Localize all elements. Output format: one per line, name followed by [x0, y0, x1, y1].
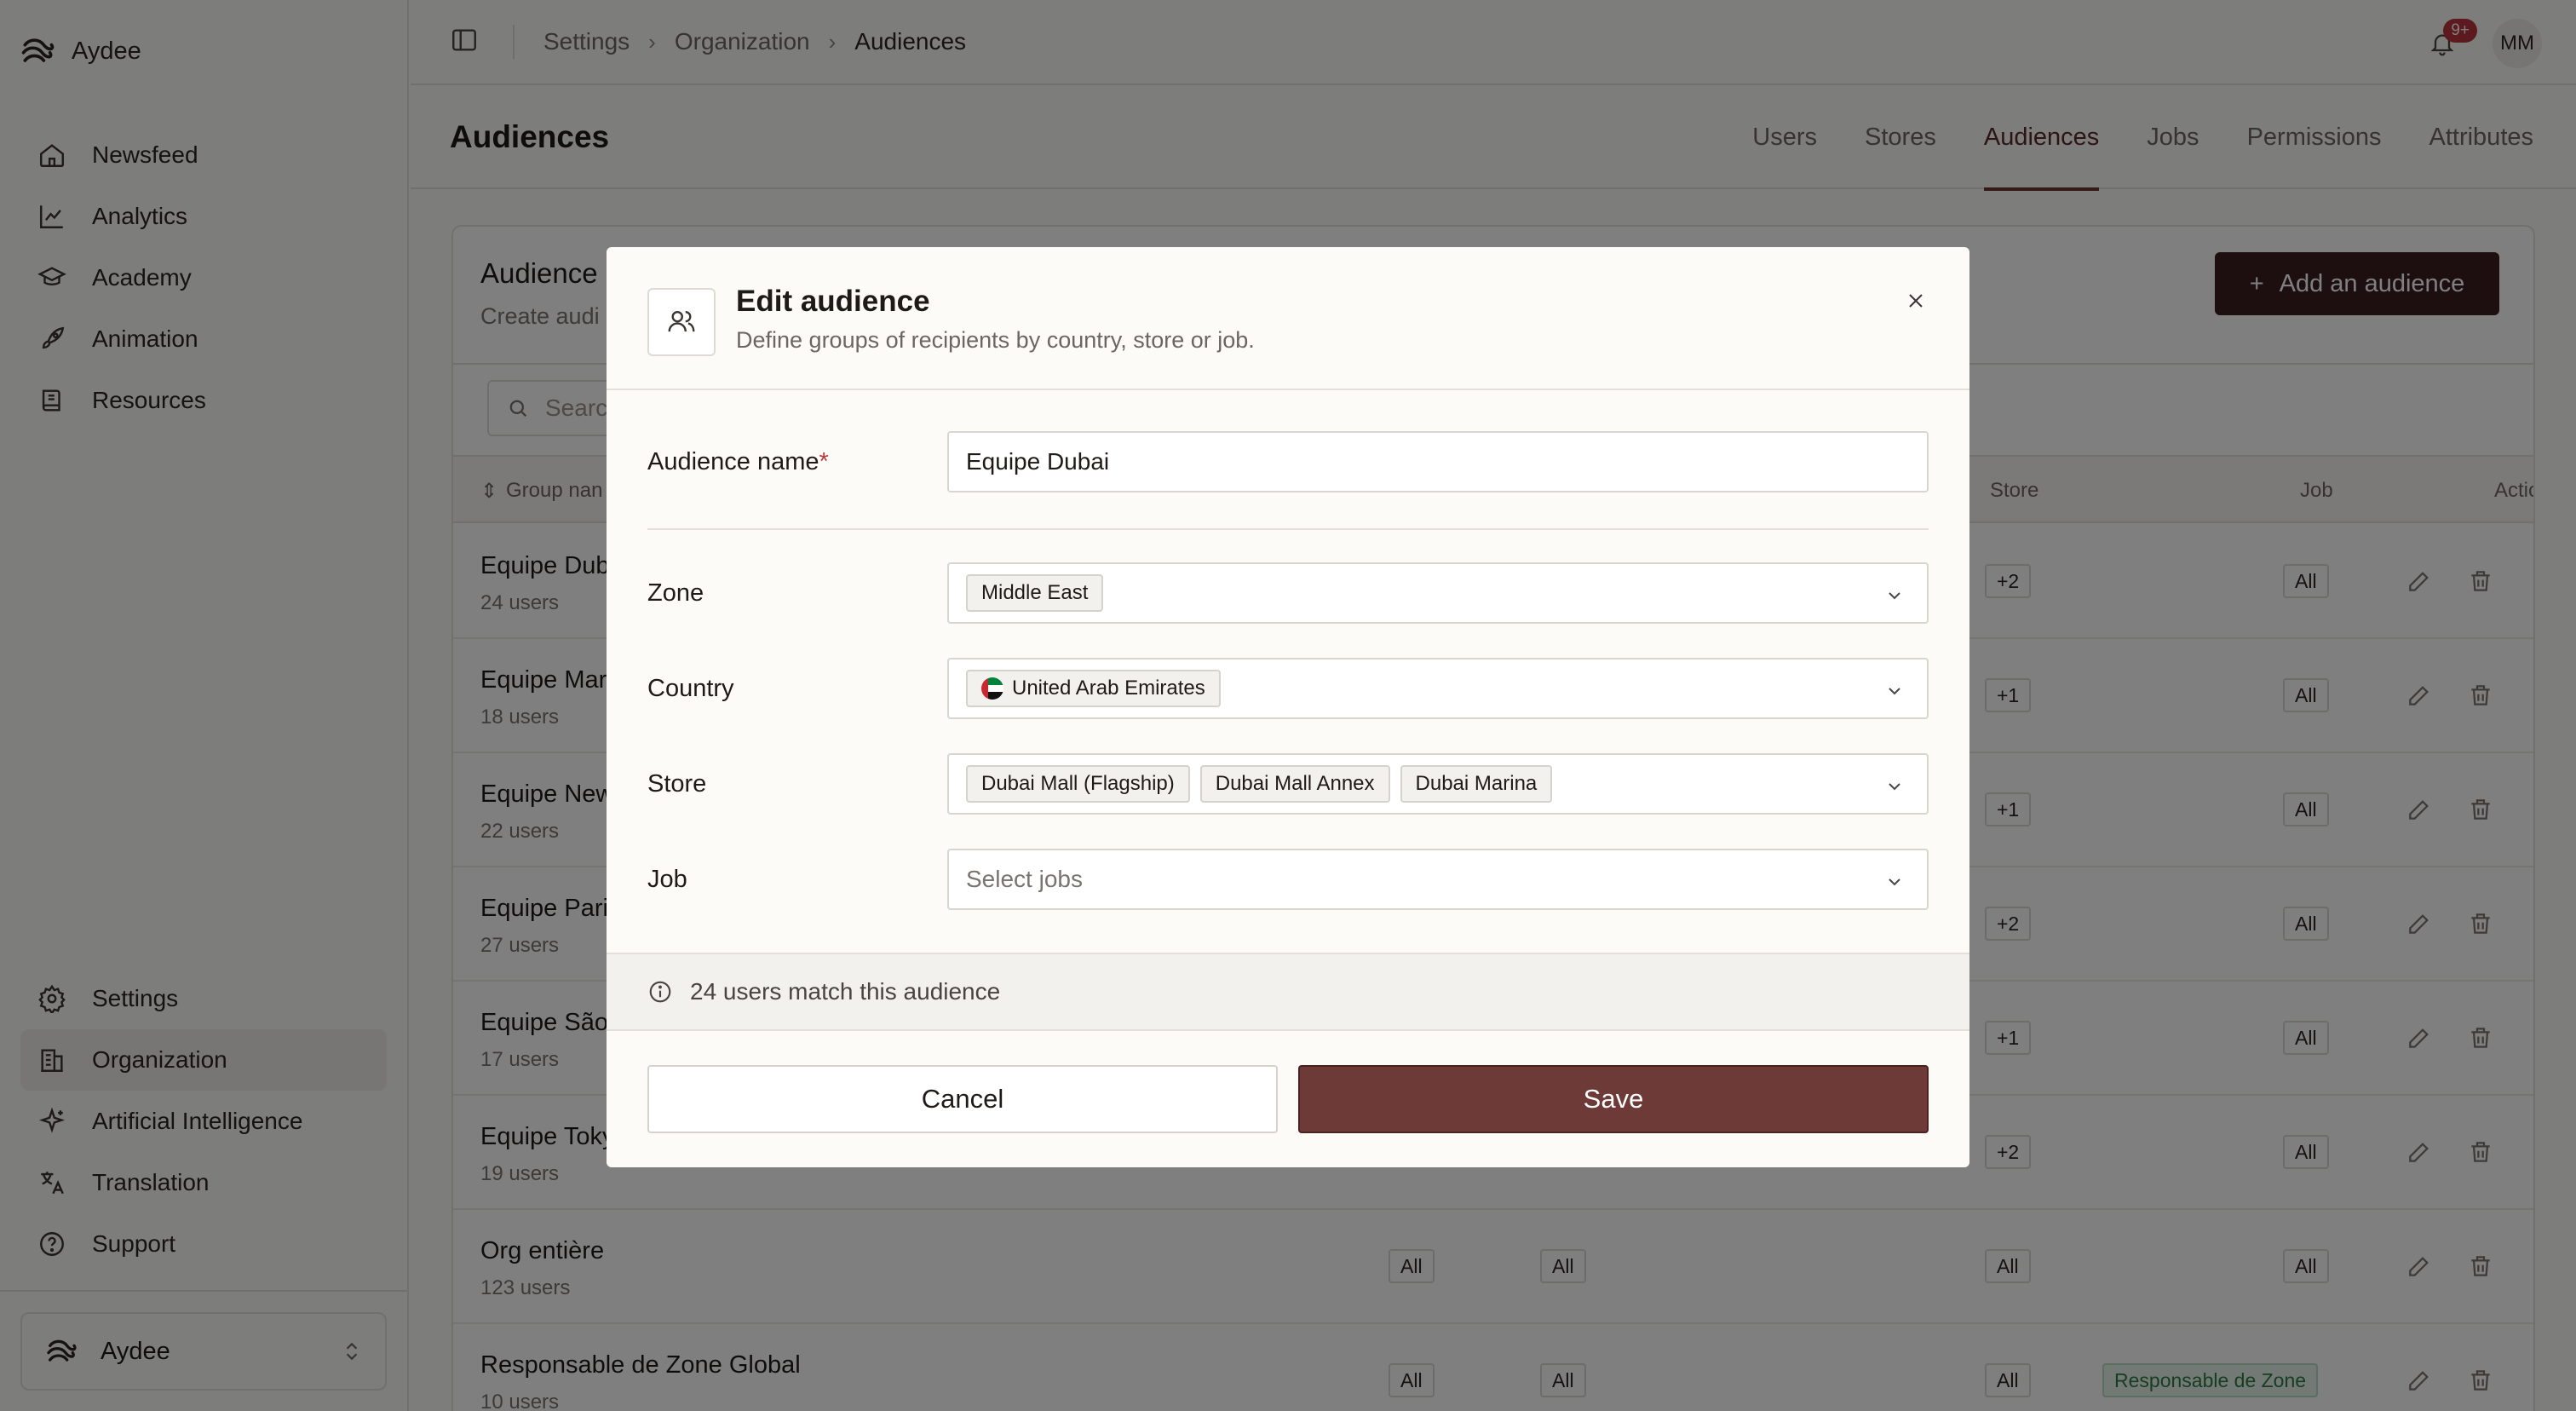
users-icon-frame	[647, 288, 716, 356]
modal-description: Define groups of recipients by country, …	[736, 327, 1255, 353]
country-tag-label: United Arab Emirates	[1012, 677, 1205, 700]
store-tag[interactable]: Dubai Mall Annex	[1199, 765, 1390, 803]
job-placeholder: Select jobs	[966, 866, 1083, 892]
form-divider	[647, 528, 1929, 530]
zone-tag[interactable]: Middle East	[966, 574, 1104, 612]
chevron-down-icon	[1884, 775, 1905, 803]
country-select[interactable]: United Arab Emirates	[947, 658, 1929, 719]
audience-name-label-text: Audience name	[647, 448, 819, 475]
close-icon	[1909, 294, 1923, 308]
required-mark: *	[819, 448, 829, 475]
audience-name-value: Equipe Dubai	[966, 448, 1110, 475]
info-icon	[649, 981, 671, 1003]
edit-audience-dialog: Edit audience Define groups of recipient…	[607, 247, 1969, 1167]
chevron-down-icon	[1884, 585, 1905, 612]
match-info-text: 24 users match this audience	[690, 978, 1001, 1005]
country-tag[interactable]: United Arab Emirates	[966, 670, 1221, 707]
chevron-down-icon	[1884, 871, 1905, 898]
modal-title: Edit audience	[736, 285, 930, 318]
chevron-down-icon	[1884, 680, 1905, 707]
cancel-button[interactable]: Cancel	[647, 1065, 1278, 1133]
modal-divider	[607, 389, 1969, 390]
store-tag-label: Dubai Mall (Flagship)	[981, 772, 1175, 795]
users-icon	[668, 310, 695, 332]
audience-name-input[interactable]: Equipe Dubai	[947, 431, 1929, 492]
store-tag-label: Dubai Mall Annex	[1215, 772, 1375, 795]
store-tag[interactable]: Dubai Marina	[1400, 765, 1553, 803]
country-label: Country	[647, 675, 734, 702]
job-label: Job	[647, 866, 687, 893]
store-label: Store	[647, 770, 707, 798]
save-button[interactable]: Save	[1298, 1065, 1929, 1133]
store-tag-label: Dubai Marina	[1415, 772, 1538, 795]
close-button[interactable]	[1896, 281, 1935, 320]
audience-match-info: 24 users match this audience	[607, 953, 1969, 1031]
zone-select[interactable]: Middle East	[947, 562, 1929, 624]
zone-label: Zone	[647, 579, 704, 607]
uae-flag-icon	[981, 677, 1003, 700]
zone-tag-label: Middle East	[981, 581, 1089, 604]
job-select[interactable]: Select jobs	[947, 849, 1929, 910]
store-tag[interactable]: Dubai Mall (Flagship)	[966, 765, 1190, 803]
store-select[interactable]: Dubai Mall (Flagship) Dubai Mall Annex D…	[947, 753, 1929, 815]
audience-name-label: Audience name*	[647, 448, 829, 476]
